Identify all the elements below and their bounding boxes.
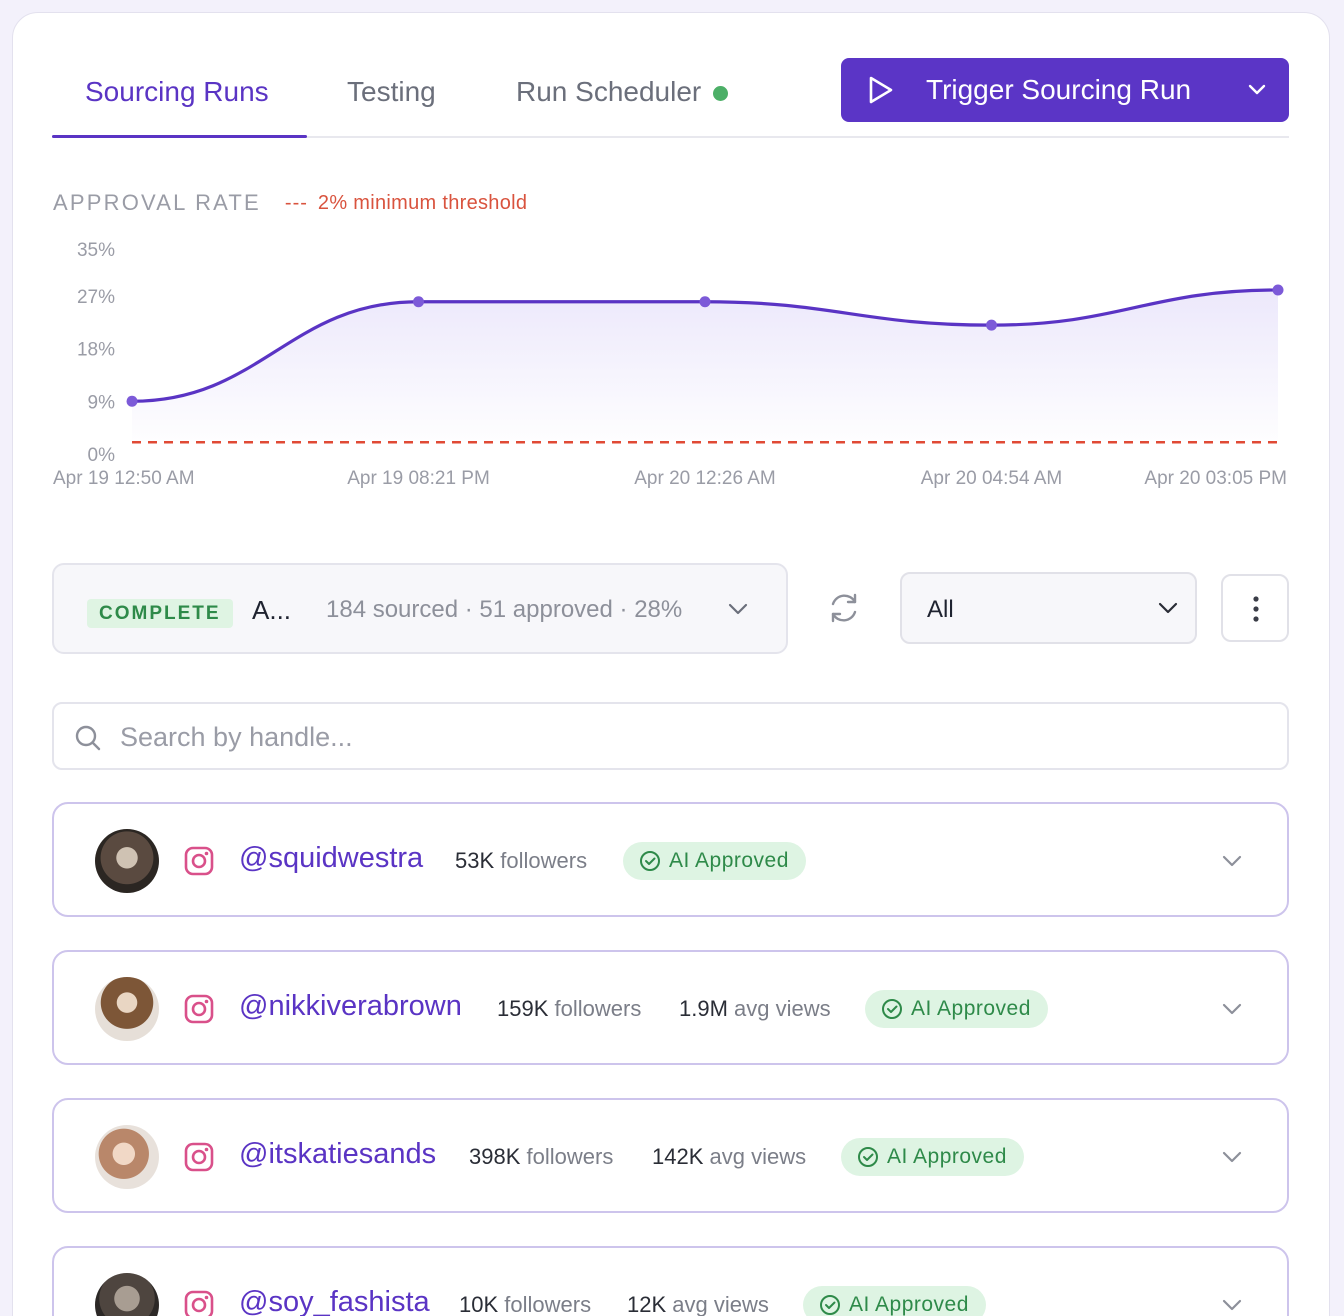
avg-views-label: avg views xyxy=(709,1144,807,1169)
filter-select-value: All xyxy=(927,596,954,623)
followers-label: followers xyxy=(526,1144,614,1169)
instagram-icon xyxy=(184,1290,214,1316)
x-tick-label: Apr 19 08:21 PM xyxy=(347,468,490,489)
filter-select[interactable]: All xyxy=(900,572,1197,644)
followers-label: followers xyxy=(554,996,642,1021)
y-tick-label: 0% xyxy=(88,445,116,466)
followers-count: 53K followers xyxy=(455,848,587,874)
ai-approved-badge: AI Approved xyxy=(623,842,806,880)
run-selector[interactable]: COMPLETE A... 184 sourced · 51 approved … xyxy=(52,563,788,654)
play-icon xyxy=(869,76,893,104)
status-badge: COMPLETE xyxy=(87,599,233,628)
ai-approved-label: AI Approved xyxy=(849,1293,969,1316)
refresh-icon[interactable] xyxy=(826,590,862,626)
check-circle-icon xyxy=(640,851,660,871)
ai-approved-badge: AI Approved xyxy=(865,990,1048,1028)
avg-views-count: 1.9M avg views xyxy=(679,996,831,1022)
followers-value: 398K xyxy=(469,1144,521,1169)
chevron-down-icon xyxy=(1158,602,1178,614)
x-tick-label: Apr 19 12:50 AM xyxy=(53,468,195,489)
chart-header: APPROVAL RATE --- 2% minimum threshold xyxy=(53,190,527,216)
creator-handle[interactable]: @itskatiesands xyxy=(239,1138,436,1171)
y-tick-label: 18% xyxy=(77,340,115,361)
avatar xyxy=(95,977,159,1041)
avg-views-count: 142K avg views xyxy=(652,1144,806,1170)
y-tick-label: 27% xyxy=(77,287,115,308)
tab-testing[interactable]: Testing xyxy=(347,76,436,108)
search-input[interactable] xyxy=(120,714,1270,760)
scheduler-status-dot xyxy=(713,86,729,102)
approval-rate-chart: 35% 27% 18% 9% 0%Apr 19 12:50 AM Apr 19 08:21… xyxy=(53,240,1287,489)
followers-value: 53K xyxy=(455,848,495,873)
instagram-icon xyxy=(184,1142,214,1172)
active-tab-indicator xyxy=(52,135,307,138)
more-options-button[interactable] xyxy=(1221,574,1289,642)
creator-row[interactable]: @itskatiesands 398K followers 142K avg v… xyxy=(52,1098,1289,1213)
chevron-down-icon[interactable] xyxy=(1247,82,1267,96)
chevron-down-icon[interactable] xyxy=(1221,1298,1243,1312)
run-name: A... xyxy=(252,595,292,625)
ai-approved-label: AI Approved xyxy=(887,1145,1007,1168)
followers-count: 159K followers xyxy=(497,996,641,1022)
threshold-legend-dash: --- xyxy=(284,191,308,214)
followers-count: 398K followers xyxy=(469,1144,613,1170)
data-point xyxy=(126,395,138,407)
creator-row[interactable]: @nikkiverabrown 159K followers 1.9M avg … xyxy=(52,950,1289,1065)
data-point xyxy=(413,296,424,308)
search-box xyxy=(52,702,1289,770)
run-stats: 184 sourced · 51 approved · 28% xyxy=(326,596,683,623)
avatar xyxy=(95,1273,159,1316)
followers-value: 159K xyxy=(497,996,549,1021)
ai-approved-label: AI Approved xyxy=(911,997,1031,1020)
creator-handle[interactable]: @soy_fashista xyxy=(239,1286,430,1316)
ai-approved-label: AI Approved xyxy=(669,849,789,872)
chevron-down-icon xyxy=(728,603,748,615)
check-circle-icon xyxy=(820,1295,840,1315)
tab-sourcing-runs[interactable]: Sourcing Runs xyxy=(85,76,269,108)
chevron-down-icon[interactable] xyxy=(1221,1150,1243,1164)
avatar xyxy=(95,1125,159,1189)
creator-row[interactable]: @soy_fashista 10K followers 12K avg view… xyxy=(52,1246,1289,1316)
avg-views-value: 12K xyxy=(627,1292,667,1316)
check-circle-icon xyxy=(882,999,902,1019)
tab-run-scheduler[interactable]: Run Scheduler xyxy=(516,76,729,108)
creator-handle[interactable]: @squidwestra xyxy=(239,842,423,875)
y-tick-label: 35% xyxy=(77,240,115,261)
avg-views-value: 142K xyxy=(652,1144,704,1169)
threshold-legend-label: 2% minimum threshold xyxy=(317,191,528,214)
avg-views-label: avg views xyxy=(672,1292,769,1316)
avatar xyxy=(95,829,159,893)
instagram-icon xyxy=(184,846,214,876)
trigger-button-label: Trigger Sourcing Run xyxy=(926,74,1192,105)
ai-approved-badge: AI Approved xyxy=(841,1138,1024,1176)
data-point xyxy=(986,319,997,331)
ai-approved-badge: AI Approved xyxy=(803,1286,986,1316)
chevron-down-icon[interactable] xyxy=(1221,1002,1243,1016)
x-tick-label: Apr 20 04:54 AM xyxy=(921,468,1063,489)
chart-title: APPROVAL RATE xyxy=(53,190,261,215)
creator-row[interactable]: @squidwestra 53K followers AI Approved xyxy=(52,802,1289,917)
search-icon xyxy=(75,725,101,751)
creator-handle[interactable]: @nikkiverabrown xyxy=(239,990,462,1023)
followers-label: followers xyxy=(504,1292,592,1316)
followers-count: 10K followers xyxy=(459,1292,591,1316)
followers-value: 10K xyxy=(459,1292,499,1316)
data-point xyxy=(1272,284,1284,296)
avg-views-value: 1.9M xyxy=(679,996,728,1021)
avg-views-count: 12K avg views xyxy=(627,1292,769,1316)
avg-views-label: avg views xyxy=(734,996,831,1021)
instagram-icon xyxy=(184,994,214,1024)
more-vertical-icon xyxy=(1253,596,1259,622)
x-tick-label: Apr 20 03:05 PM xyxy=(1144,468,1287,489)
threshold-legend: --- 2% minimum threshold xyxy=(285,192,527,215)
x-tick-label: Apr 20 12:26 AM xyxy=(634,468,776,489)
trigger-sourcing-run-button[interactable]: Trigger Sourcing Run xyxy=(841,58,1289,122)
followers-label: followers xyxy=(500,848,588,873)
chevron-down-icon[interactable] xyxy=(1221,854,1243,868)
data-point xyxy=(699,296,711,308)
check-circle-icon xyxy=(858,1147,878,1167)
tab-run-scheduler-label: Run Scheduler xyxy=(516,76,702,107)
y-tick-label: 9% xyxy=(88,392,116,413)
